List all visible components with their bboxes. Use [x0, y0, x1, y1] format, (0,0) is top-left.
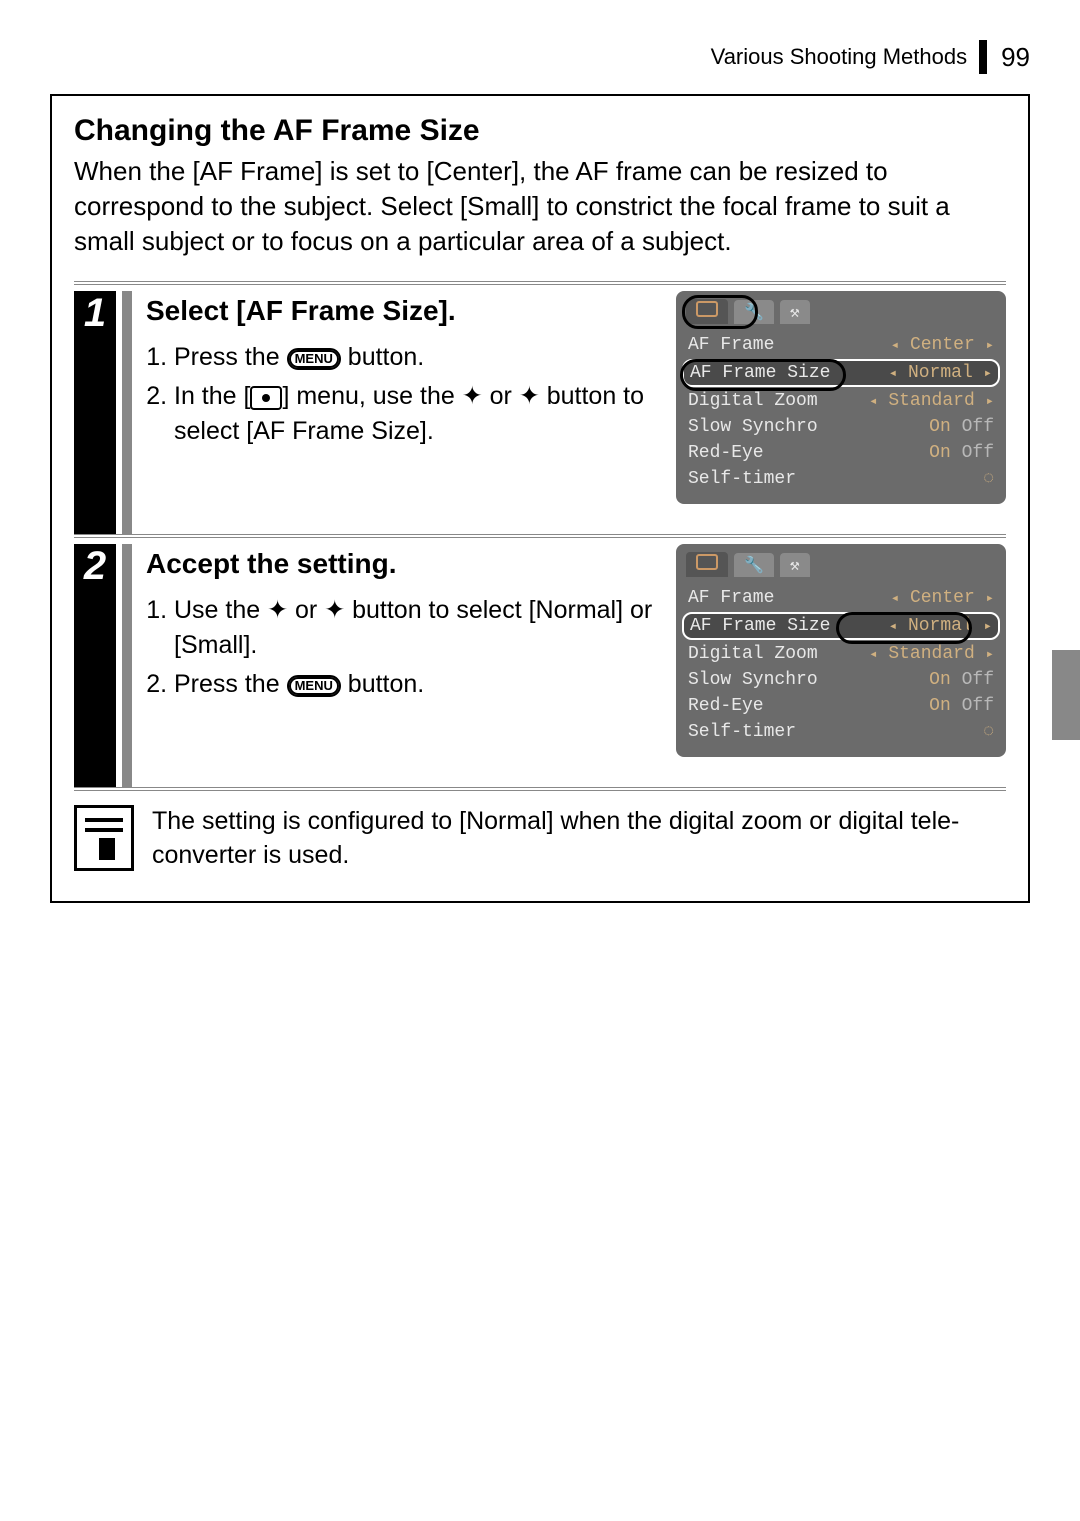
lcd-row: AF Frame◂ Center ▸ [686, 332, 996, 358]
lcd-tabs: 🔧 ⚒ [686, 552, 996, 577]
setup-tab-icon: ⚒ [780, 300, 810, 324]
step-number: 1 [74, 291, 116, 534]
lcd-row: Red-EyeOn Off [686, 693, 996, 719]
lcd-row-highlighted: AF Frame Size◂ Normal ▸ [682, 359, 1000, 387]
lcd-row: Digital Zoom◂ Standard ▸ [686, 641, 996, 667]
step-accent-bar [122, 544, 132, 787]
tools-tab-icon: 🔧 [734, 300, 774, 324]
up-arrow-icon: ✦ [462, 382, 483, 410]
step-1: 1 Select [AF Frame Size]. Press the MENU… [74, 281, 1006, 534]
page-side-tab [1052, 650, 1080, 740]
record-tab-icon [250, 386, 282, 410]
page-number: 99 [1001, 42, 1030, 73]
left-arrow-icon: ✦ [267, 596, 288, 624]
section-title: Changing the AF Frame Size [74, 114, 1006, 148]
lcd-row: Slow SynchroOn Off [686, 667, 996, 693]
step-accent-bar [122, 291, 132, 534]
section-name: Various Shooting Methods [711, 44, 967, 70]
lcd-tabs: 🔧 ⚒ [686, 299, 996, 324]
lcd-row: Self-timer◌ [686, 466, 996, 492]
step-2: 2 Accept the setting. Use the ✦ or ✦ but… [74, 534, 1006, 787]
page-header: Various Shooting Methods 99 [50, 40, 1030, 74]
step-substeps: Use the ✦ or ✦ button to select [Normal]… [146, 593, 660, 702]
substep: Use the ✦ or ✦ button to select [Normal]… [174, 593, 660, 663]
content-box: Changing the AF Frame Size When the [AF … [50, 94, 1030, 903]
camera-tab-icon [686, 299, 728, 324]
down-arrow-icon: ✦ [519, 382, 540, 410]
camera-lcd-step2: 🔧 ⚒ AF Frame◂ Center ▸ AF Frame Size◂ No… [676, 544, 1006, 757]
step-title: Accept the setting. [146, 544, 660, 583]
substep: Press the MENU button. [174, 667, 660, 702]
lcd-row: Self-timer◌ [686, 719, 996, 745]
lcd-row: Red-EyeOn Off [686, 440, 996, 466]
camera-tab-icon [686, 552, 728, 577]
header-separator [979, 40, 987, 74]
step-title: Select [AF Frame Size]. [146, 291, 660, 330]
note-icon [74, 805, 134, 871]
lcd-row: Digital Zoom◂ Standard ▸ [686, 388, 996, 414]
camera-lcd-step1: 🔧 ⚒ AF Frame◂ Center ▸ AF Frame Size◂ No… [676, 291, 1006, 504]
lcd-row: Slow SynchroOn Off [686, 414, 996, 440]
right-arrow-icon: ✦ [324, 596, 345, 624]
substep: In the [] menu, use the ✦ or ✦ button to… [174, 379, 660, 449]
step-substeps: Press the MENU button. In the [] menu, u… [146, 340, 660, 449]
lcd-row-highlighted: AF Frame Size◂ Normal ▸ [682, 612, 1000, 640]
tools-tab-icon: 🔧 [734, 553, 774, 577]
lcd-row: AF Frame◂ Center ▸ [686, 585, 996, 611]
note-block: The setting is configured to [Normal] wh… [74, 787, 1006, 873]
menu-button-icon: MENU [287, 675, 341, 697]
note-text: The setting is configured to [Normal] wh… [152, 805, 1006, 873]
substep: Press the MENU button. [174, 340, 660, 375]
step-number: 2 [74, 544, 116, 787]
intro-paragraph: When the [AF Frame] is set to [Center], … [74, 154, 1006, 259]
menu-button-icon: MENU [287, 348, 341, 370]
setup-tab-icon: ⚒ [780, 553, 810, 577]
